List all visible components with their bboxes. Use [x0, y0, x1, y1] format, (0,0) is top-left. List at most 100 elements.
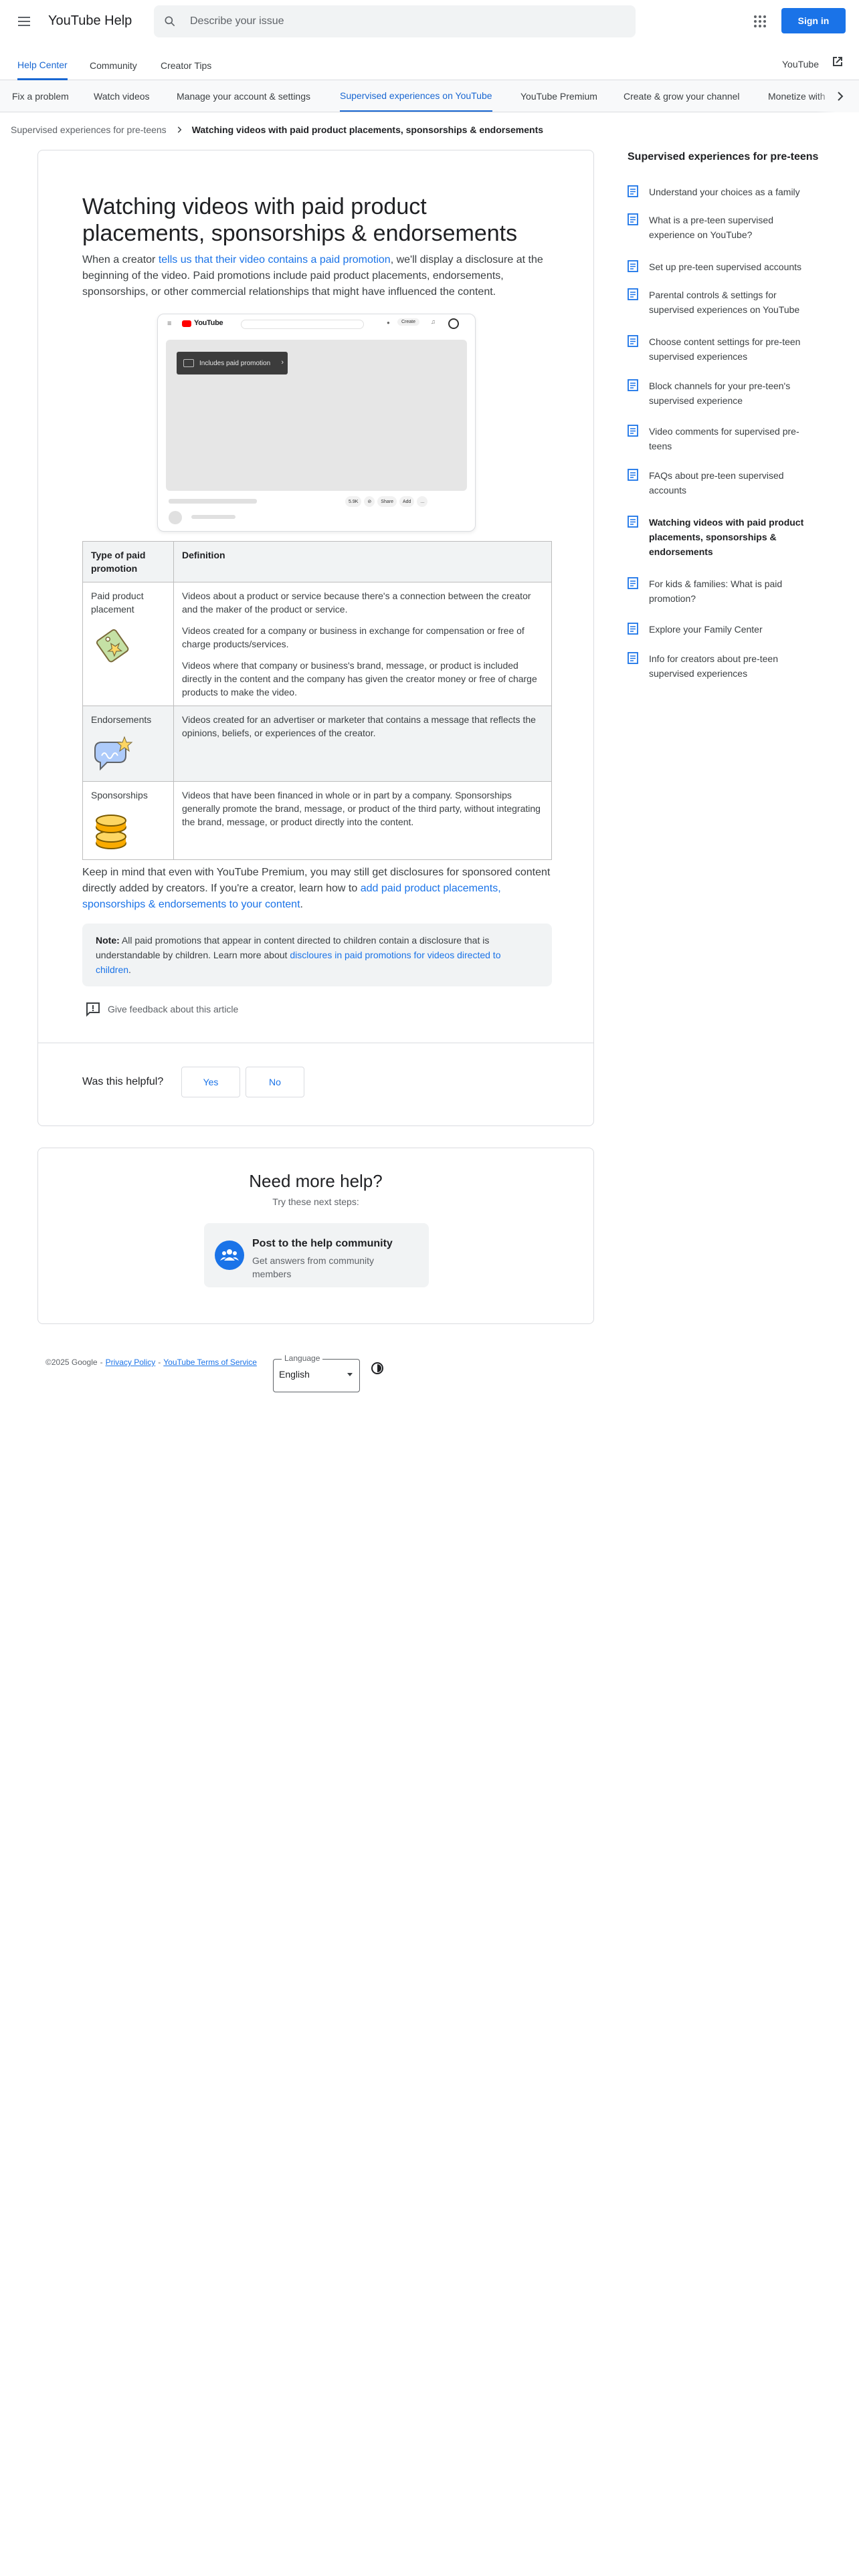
definition-text: Videos where that company or business's …: [182, 660, 537, 697]
give-feedback-link[interactable]: Give feedback about this article: [85, 1001, 238, 1017]
tab-help-center[interactable]: Help Center: [17, 51, 68, 80]
sidebar-item-label: Understand your choices as a family: [649, 187, 800, 197]
sidebar-title: Supervised experiences for pre-teens: [628, 151, 819, 163]
product-title[interactable]: YouTube Help: [48, 13, 132, 29]
mock-share: Share: [377, 496, 397, 507]
sidebar-item-label: Explore your Family Center: [649, 624, 763, 635]
search-icon[interactable]: [163, 15, 177, 28]
sidebar-item-label: Watching videos with paid product placem…: [649, 517, 804, 557]
mock-channel-placeholder: [191, 515, 235, 519]
price-tag-icon: [96, 629, 129, 663]
article-card: Watching videos with paid product placem…: [37, 150, 594, 1126]
paid-promotion-badge: Includes paid promotion ›: [177, 352, 288, 374]
language-select[interactable]: Language English: [273, 1354, 360, 1392]
breadcrumb-current: Watching videos with paid product placem…: [191, 124, 544, 135]
mock-menu-icon: ≡: [167, 320, 172, 328]
category-tabs: Fix a problem Watch videos Manage your a…: [0, 80, 859, 112]
category-tab-manage-account[interactable]: Manage your account & settings: [177, 80, 310, 112]
youtube-link[interactable]: YouTube: [782, 59, 819, 70]
sign-in-button[interactable]: Sign in: [781, 8, 846, 33]
sidebar-item[interactable]: For kids & families: What is paid promot…: [628, 576, 828, 606]
table-row: Endorsements Videos created for an adver…: [82, 706, 552, 782]
mock-dislike: ⊘: [364, 496, 375, 507]
dark-mode-icon[interactable]: [369, 1360, 385, 1376]
sidebar-item[interactable]: Info for creators about pre-teen supervi…: [628, 651, 828, 681]
footer-separator: -: [100, 1358, 103, 1367]
helpful-no-button[interactable]: No: [246, 1067, 304, 1097]
paid-promotion-illustration: ≡ YouTube ● Create ♫ Includes paid promo…: [157, 314, 476, 532]
caret-down-icon: [347, 1373, 353, 1376]
sidebar-item[interactable]: FAQs about pre-teen supervised accounts: [628, 468, 828, 498]
footer-separator: -: [158, 1358, 161, 1367]
google-apps-icon[interactable]: [752, 13, 768, 29]
category-tab-fix-a-problem[interactable]: Fix a problem: [12, 80, 69, 112]
tab-creator-tips[interactable]: Creator Tips: [161, 51, 211, 80]
post-to-community-button[interactable]: Post to the help community Get answers f…: [204, 1223, 429, 1287]
mock-avatar-icon: [448, 318, 459, 329]
mock-create-button: Create: [397, 318, 420, 326]
table-cell-definition: Videos about a product or service becaus…: [173, 582, 552, 706]
category-tab-supervised-experiences[interactable]: Supervised experiences on YouTube: [340, 80, 492, 112]
sidebar-item-label: Info for creators about pre-teen supervi…: [649, 653, 778, 679]
sidebar-item[interactable]: Choose content settings for pre-teen sup…: [628, 334, 828, 364]
type-label: Endorsements: [91, 714, 152, 725]
sidebar-item[interactable]: Parental controls & settings for supervi…: [628, 288, 828, 317]
tab-community[interactable]: Community: [90, 51, 137, 80]
privacy-policy-link[interactable]: Privacy Policy: [106, 1358, 156, 1367]
mock-actions: 5.9K ⊘ Share Add ...: [345, 496, 428, 507]
open-in-new-icon[interactable]: [830, 53, 846, 70]
intro-text: When a creator: [82, 254, 159, 265]
search-bar[interactable]: [154, 5, 636, 37]
helpful-question: Was this helpful?: [82, 1076, 164, 1087]
copyright: ©2025 Google: [45, 1358, 98, 1367]
article-icon: [628, 335, 638, 347]
mock-channel-avatar: [169, 511, 182, 524]
sidebar-item[interactable]: Watching videos with paid product placem…: [628, 515, 828, 559]
table-row: Paid product placement Videos about a pr…: [82, 582, 552, 706]
table-cell-definition: Videos created for an advertiser or mark…: [173, 706, 552, 782]
sidebar-item[interactable]: Block channels for your pre-teen's super…: [628, 379, 828, 408]
mock-title-placeholder: [169, 499, 257, 504]
search-input[interactable]: [190, 5, 618, 37]
type-label: Paid product placement: [91, 591, 144, 615]
sidebar-item[interactable]: Explore your Family Center: [628, 622, 828, 637]
community-description: Get answers from community members: [252, 1255, 375, 1279]
helpful-yes-button[interactable]: Yes: [181, 1067, 240, 1097]
article-title: Watching videos with paid product placem…: [82, 194, 518, 246]
breadcrumb-parent-link[interactable]: Supervised experiences for pre-teens: [11, 124, 167, 135]
sidebar-item-label: Block channels for your pre-teen's super…: [649, 381, 791, 406]
sidebar-item-label: For kids & families: What is paid promot…: [649, 578, 783, 604]
paid-promotion-link[interactable]: tells us that their video contains a pai…: [159, 254, 391, 265]
category-tab-create-grow[interactable]: Create & grow your channel: [624, 80, 740, 112]
sidebar-item[interactable]: What is a pre-teen supervised experience…: [628, 213, 828, 242]
table-header: Type of paid promotion: [82, 541, 174, 582]
table-cell-type: Endorsements: [82, 706, 174, 782]
definition-text: Videos created for an advertiser or mark…: [182, 714, 536, 738]
sidebar-item-label: Parental controls & settings for supervi…: [649, 290, 800, 315]
table-header: Definition: [173, 541, 552, 582]
chevron-right-icon[interactable]: [832, 88, 848, 104]
definition-text: Videos that have been financed in whole …: [182, 790, 541, 827]
mock-add: Add: [399, 496, 415, 507]
keep-in-mind-end: .: [300, 899, 303, 910]
main-menu-icon[interactable]: [13, 11, 35, 32]
table-row: Sponsorships Videos that have been finan…: [82, 781, 552, 860]
need-help-title: Need more help?: [249, 1171, 383, 1191]
community-title: Post to the help community: [252, 1238, 393, 1249]
help-center-nav: Help Center Community Creator Tips YouTu…: [0, 51, 859, 80]
terms-of-service-link[interactable]: YouTube Terms of Service: [163, 1358, 257, 1367]
sidebar-item[interactable]: Set up pre-teen supervised accounts: [628, 259, 828, 274]
article-icon: [628, 260, 638, 272]
language-value: English: [279, 1369, 310, 1380]
category-tab-youtube-premium[interactable]: YouTube Premium: [520, 80, 597, 112]
article-icon: [628, 425, 638, 437]
article-icon: [628, 185, 638, 197]
sidebar-item[interactable]: Understand your choices as a family: [628, 185, 828, 199]
sidebar-item[interactable]: Video comments for supervised pre-teens: [628, 424, 828, 453]
article-icon: [628, 379, 638, 391]
community-icon: [215, 1241, 244, 1270]
category-tab-watch-videos[interactable]: Watch videos: [94, 80, 150, 112]
promotion-icon: [183, 359, 194, 367]
chevron-right-icon: ›: [281, 358, 284, 366]
note-label: Note:: [96, 935, 120, 946]
